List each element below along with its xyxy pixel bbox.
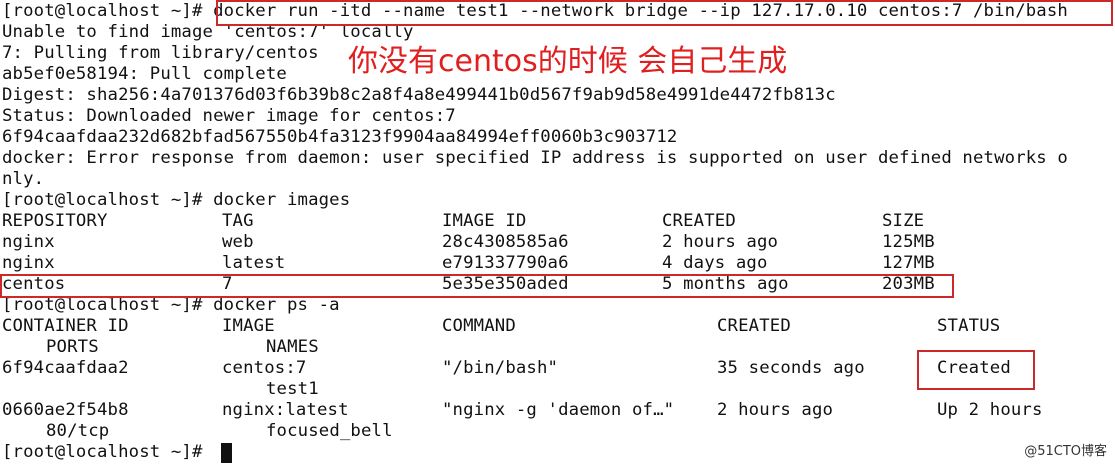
images-row-tag: web bbox=[222, 232, 254, 252]
ps-row-ports: 80/tcp bbox=[46, 421, 110, 441]
ps-row-image: nginx:latest bbox=[222, 400, 349, 420]
images-row-repository: nginx bbox=[2, 232, 55, 252]
run-command-highlight-box bbox=[216, 0, 1113, 26]
ps-row-container-id: 0660ae2f54b8 bbox=[2, 400, 129, 420]
images-row-size: 127MB bbox=[882, 253, 935, 273]
ps-header-container-id: CONTAINER ID bbox=[2, 316, 129, 336]
ps-header-status: STATUS bbox=[937, 316, 1001, 336]
shell-prompt: [root@localhost ~]# bbox=[2, 442, 214, 462]
output-line: ab5ef0e58194: Pull complete bbox=[2, 64, 287, 84]
ps-row-names: test1 bbox=[266, 379, 319, 399]
ps-header-command: COMMAND bbox=[442, 316, 516, 336]
output-line: 7: Pulling from library/centos bbox=[2, 43, 319, 63]
output-line: 6f94caafdaa232d682bfad567550b4fa3123f990… bbox=[2, 127, 678, 147]
created-status-highlight-box bbox=[917, 350, 1035, 390]
images-row-size: 125MB bbox=[882, 232, 935, 252]
images-command-line: [root@localhost ~]# docker images bbox=[2, 190, 351, 210]
centos-image-highlight-box bbox=[0, 274, 954, 298]
ps-row-created: 2 hours ago bbox=[717, 400, 834, 420]
ps-header-image: IMAGE bbox=[222, 316, 275, 336]
terminal-window[interactable]: [root@localhost ~]# docker run -itd --na… bbox=[0, 0, 1115, 465]
error-line-wrap: nly. bbox=[2, 169, 45, 189]
images-header-tag: TAG bbox=[222, 211, 254, 231]
ps-header-ports: PORTS bbox=[46, 337, 99, 357]
images-row-image-id: 28c4308585a6 bbox=[442, 232, 569, 252]
watermark: @51CTO博客 bbox=[1024, 444, 1107, 459]
images-header-size: SIZE bbox=[882, 211, 925, 231]
ps-header-created: CREATED bbox=[717, 316, 791, 336]
images-row-repository: nginx bbox=[2, 253, 55, 273]
images-header-created: CREATED bbox=[662, 211, 736, 231]
ps-row-names: focused_bell bbox=[266, 421, 393, 441]
ps-row-image: centos:7 bbox=[222, 358, 307, 378]
images-row-tag: latest bbox=[222, 253, 286, 273]
ps-row-container-id: 6f94caafdaa2 bbox=[2, 358, 129, 378]
text-cursor[interactable] bbox=[221, 443, 232, 463]
images-row-image-id: e791337790a6 bbox=[442, 253, 569, 273]
ps-row-command: "/bin/bash" bbox=[442, 358, 559, 378]
error-line: docker: Error response from daemon: user… bbox=[2, 148, 1068, 168]
images-header-image-id: IMAGE ID bbox=[442, 211, 527, 231]
images-row-created: 4 days ago bbox=[662, 253, 768, 273]
ps-row-status: Up 2 hours bbox=[937, 400, 1043, 420]
ps-row-command: "nginx -g 'daemon of…" bbox=[442, 400, 675, 420]
output-line: Status: Downloaded newer image for cento… bbox=[2, 106, 456, 126]
ps-command-line: [root@localhost ~]# docker ps -a bbox=[2, 295, 340, 315]
annotation-note: 你没有centos的时候 会自己生成 bbox=[348, 44, 788, 79]
output-line: Digest: sha256:4a701376d03f6b39b8c2a8f4a… bbox=[2, 85, 836, 105]
images-row-created: 2 hours ago bbox=[662, 232, 779, 252]
ps-header-names: NAMES bbox=[266, 337, 319, 357]
images-header-repository: REPOSITORY bbox=[2, 211, 108, 231]
ps-row-created: 35 seconds ago bbox=[717, 358, 865, 378]
